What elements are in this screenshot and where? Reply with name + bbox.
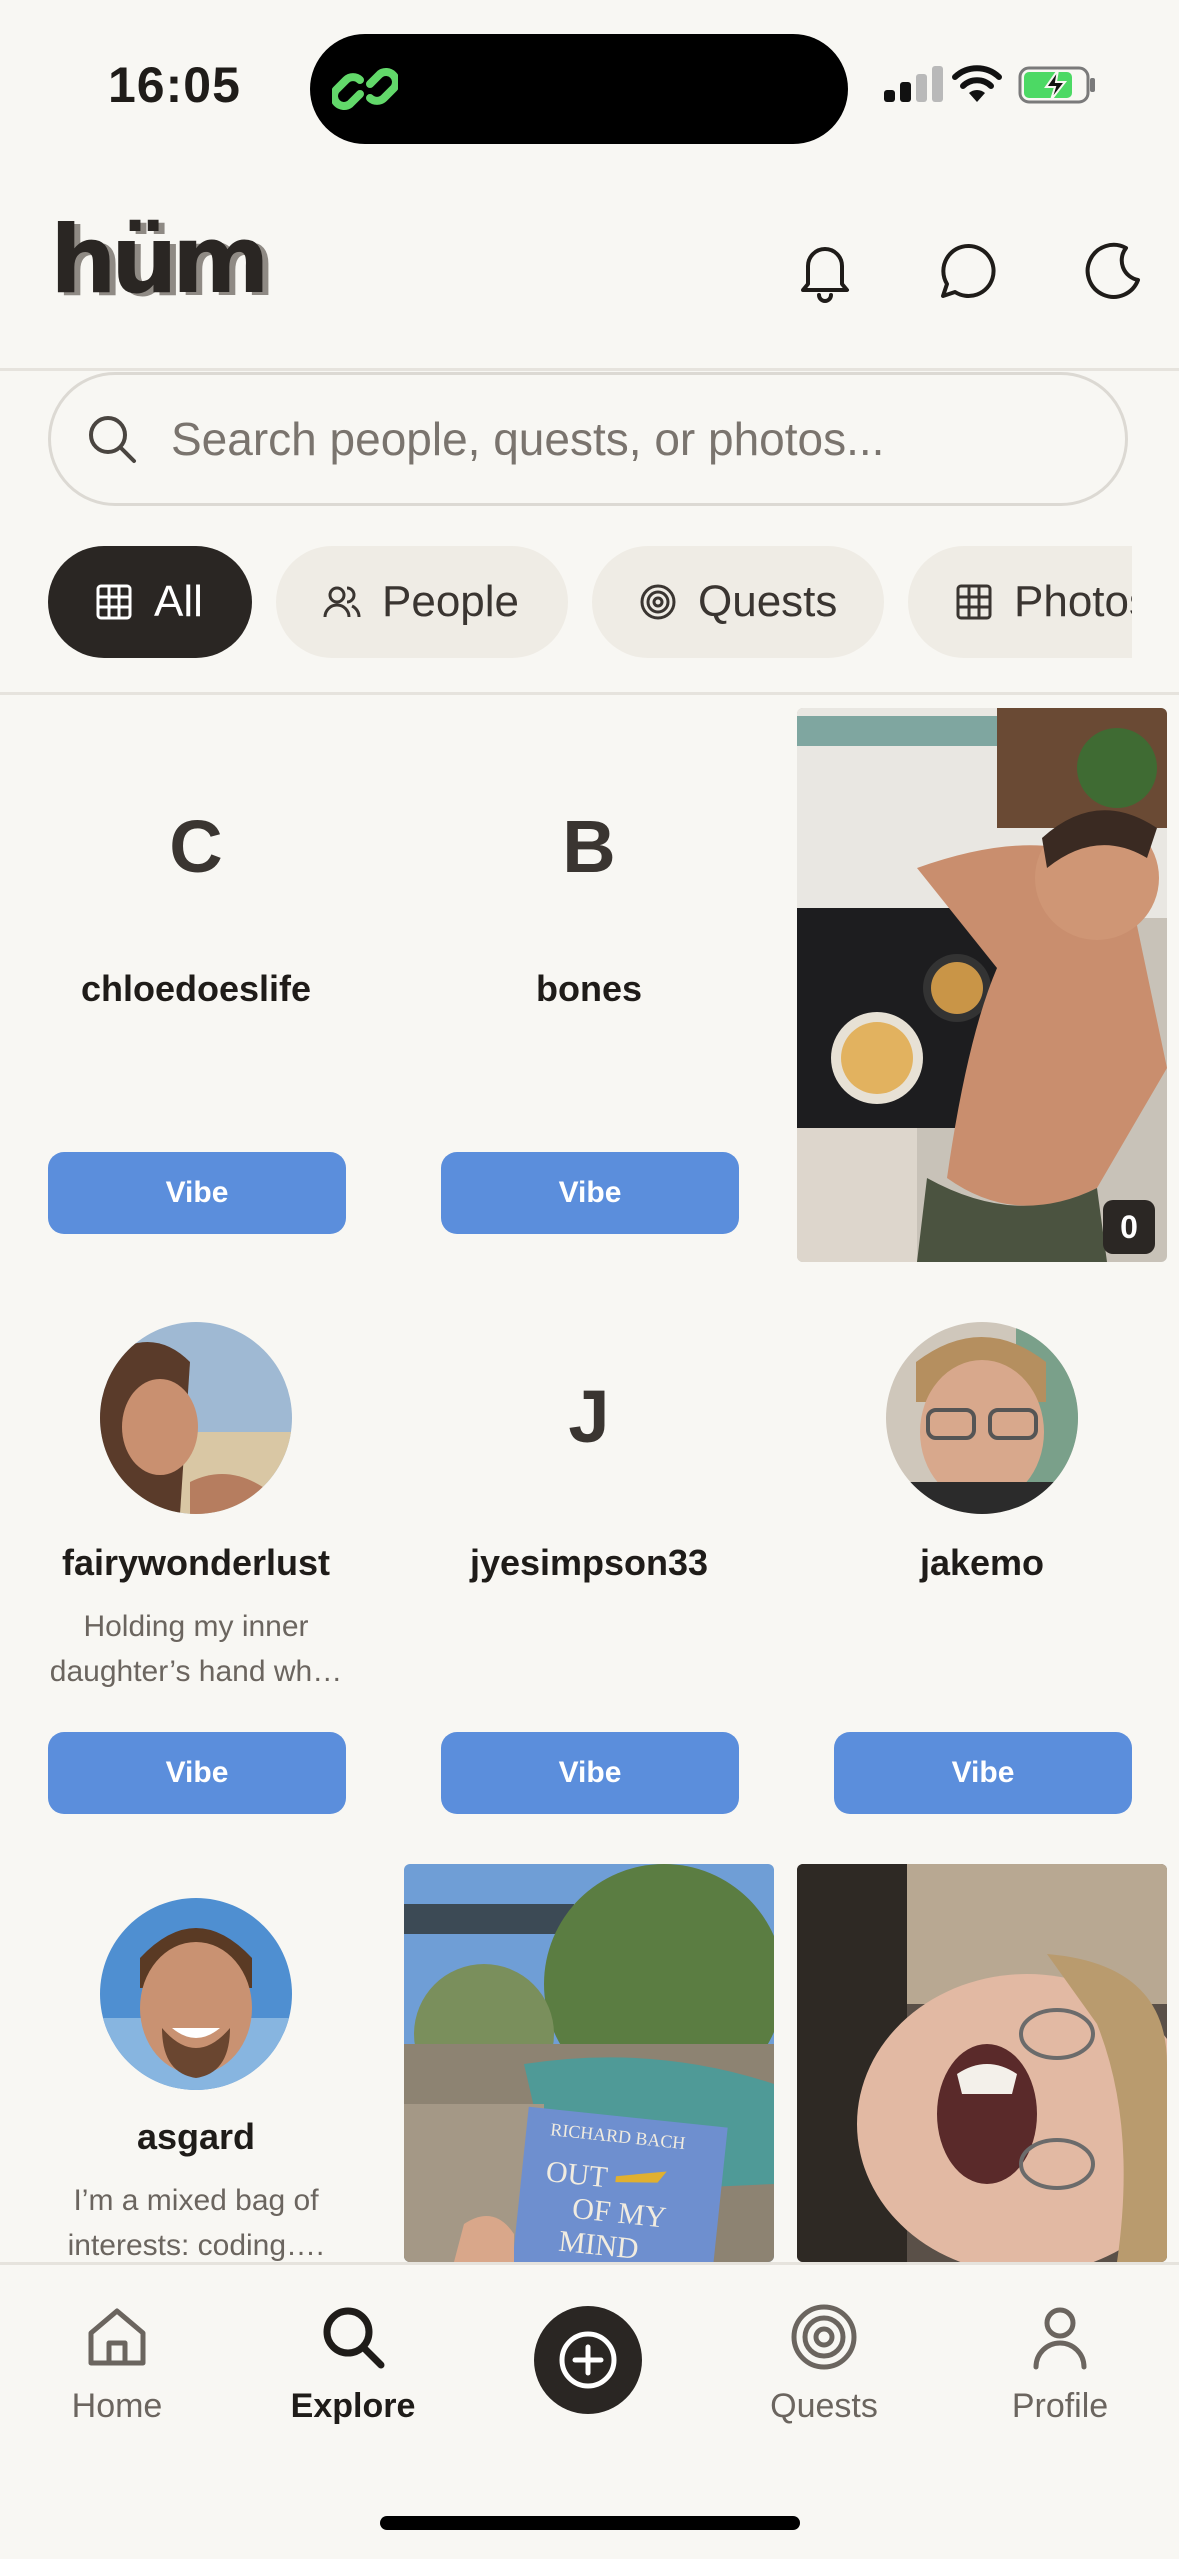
user-bio: I’m a mixed bag of interests: coding…. [67,2184,325,2262]
person-card[interactable]: J jyesimpson33 Vibe [393,1280,786,1840]
avatar [100,1898,292,2090]
chip-label: Quests [698,577,838,626]
chip-photos[interactable]: Photos [908,546,1132,658]
user-bio: Holding my inner daughter’s hand wh… [49,1610,343,1688]
username: fairywonderlust [61,1542,331,1583]
cellular-signal-icon [884,66,943,102]
nav-explore[interactable]: Explore [253,2301,453,2426]
vibe-button[interactable]: Vibe [834,1732,1132,1814]
search-icon [89,416,136,463]
vibe-button[interactable]: Vibe [48,1152,346,1234]
person-card[interactable]: B bones Vibe [393,700,786,1260]
nav-home[interactable]: Home [17,2301,217,2426]
photo-tile[interactable]: 0 [797,708,1167,1262]
plus-circle-icon [559,2331,617,2389]
user-icon [1033,2307,1087,2370]
book-by-pool-photo: RICHARD BACH OUT OF MY MIND [404,1864,774,2262]
laughing-selfie-photo [797,1864,1167,2262]
person-card[interactable]: jakemo Vibe [786,1280,1179,1840]
battery-charging-icon [1018,66,1095,104]
person-card[interactable]: C chloedoeslife Vibe [0,700,393,1260]
bell-icon[interactable] [792,238,858,304]
username: bones [535,968,642,1009]
grid-icon [956,584,992,620]
chip-label: All [154,577,203,626]
vibe-button[interactable]: Vibe [48,1732,346,1814]
moon-icon[interactable] [1080,238,1146,304]
chip-label: Photos [1014,577,1132,626]
header-divider [0,368,1179,371]
person-card[interactable]: fairywonderlust Holding my inner daughte… [0,1280,393,1840]
create-post-button[interactable] [534,2306,642,2414]
chip-quests[interactable]: Quests [592,546,884,658]
target-icon [640,584,676,620]
home-indicator [380,2516,800,2530]
nav-profile[interactable]: Profile [960,2301,1160,2426]
filter-divider [0,692,1179,695]
vibe-button[interactable]: Vibe [441,1732,739,1814]
nav-quests[interactable]: Quests [724,2301,924,2426]
grid-icon [96,584,132,620]
chat-bubble-icon[interactable] [936,238,1002,304]
photo-count-badge: 0 [1103,1200,1155,1254]
search-bar[interactable] [48,372,1128,506]
home-icon [88,2308,146,2366]
vibe-button[interactable]: Vibe [441,1152,739,1234]
search-icon [323,2307,385,2369]
link-app-icon [332,68,398,110]
people-icon [323,586,361,618]
photo-tile[interactable] [797,1864,1167,2262]
username: jyesimpson33 [469,1542,709,1583]
nav-label: Explore [290,2387,416,2425]
chip-all[interactable]: All [48,546,252,658]
nav-label: Home [71,2387,163,2425]
username: jakemo [919,1542,1045,1583]
status-time: 16:05 [108,57,241,113]
chip-people[interactable]: People [276,546,568,658]
chip-label: People [382,577,520,626]
dynamic-island [310,34,848,144]
photo-tile[interactable]: RICHARD BACH OUT OF MY MIND [404,1864,774,2262]
avatar-initial: B [562,805,616,888]
avatar-initial: C [169,805,223,888]
target-icon [791,2304,857,2370]
app-logo: hüm [50,206,270,315]
nav-label: Profile [1011,2387,1109,2425]
avatar [100,1322,292,1514]
username: chloedoeslife [80,968,312,1009]
username: asgard [136,2116,256,2157]
avatar [886,1322,1078,1514]
stove-selfie-photo [797,708,1167,1262]
person-card[interactable]: asgard I’m a mixed bag of interests: cod… [0,1858,393,2262]
nav-label: Quests [770,2387,878,2425]
filter-chips: All People Quests Photos [48,546,1132,658]
search-input[interactable] [169,411,1073,467]
avatar-initial: J [568,1375,610,1458]
book-title-line: OUT [544,2155,609,2194]
wifi-icon [952,65,1002,102]
